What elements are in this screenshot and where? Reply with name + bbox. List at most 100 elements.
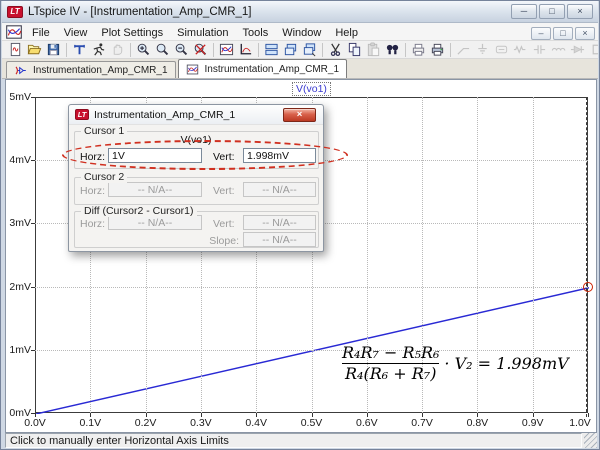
resize-grip[interactable]: [584, 433, 597, 448]
cut-icon[interactable]: [326, 41, 345, 58]
diff-slope-value: -- N/A--: [243, 232, 316, 247]
toolbar-separator: [322, 43, 323, 57]
x-tick-label: 0.7V: [406, 417, 438, 429]
cursor2-horz-value: -- N/A--: [108, 182, 202, 197]
menu-bar: FileViewPlot SettingsSimulationToolsWind…: [2, 23, 598, 41]
menu-item-window[interactable]: Window: [275, 26, 328, 40]
diff-slope-label: Slope:: [201, 235, 239, 247]
cursor2-horz-label: Horz:: [80, 185, 105, 197]
new-schematic-icon[interactable]: [6, 41, 25, 58]
toolbar-separator: [213, 43, 214, 57]
save-icon[interactable]: [44, 41, 63, 58]
x-tick-label: 0.3V: [185, 417, 217, 429]
x-tick-label: 0.2V: [130, 417, 162, 429]
menu-item-simulation[interactable]: Simulation: [170, 26, 235, 40]
run-icon[interactable]: [89, 41, 108, 58]
x-tick-label: 0.0V: [19, 417, 51, 429]
maximize-button[interactable]: □: [539, 4, 565, 19]
formula-fraction: R₄R₇ − R₅R₆ R₄(R₆ + R₇): [342, 344, 439, 384]
y-axis-tick: [31, 97, 35, 98]
mdi-window-controls: –□×: [529, 23, 595, 41]
cursor-dialog[interactable]: LT Instrumentation_Amp_CMR_1 × Cursor 1 …: [68, 104, 324, 252]
label-net-icon: [492, 41, 511, 58]
annotation-ellipse: [62, 140, 348, 170]
minimize-button[interactable]: ─: [511, 4, 537, 19]
status-message: Click to manually enter Horizontal Axis …: [5, 433, 582, 448]
diff-horz-label: Horz:: [80, 218, 105, 230]
formula-numerator: R₄R₇ − R₅R₆: [342, 344, 439, 362]
mdi-restore-button[interactable]: □: [553, 27, 573, 40]
menu-item-tools[interactable]: Tools: [236, 26, 276, 40]
cursor1-vertical-line: [586, 97, 587, 417]
diff-legend: Diff (Cursor2 - Cursor1): [81, 205, 197, 217]
ltspice-window: LT LTspice IV - [Instrumentation_Amp_CMR…: [0, 0, 600, 450]
halt-icon: [108, 41, 127, 58]
app-logo-icon: LT: [7, 6, 23, 18]
waveform-document-icon: [5, 24, 23, 39]
toolbar-separator: [405, 43, 406, 57]
schematic-tab-icon: [14, 64, 29, 77]
toolbar-separator: [450, 43, 451, 57]
close-button[interactable]: ×: [567, 4, 593, 19]
print-icon[interactable]: [428, 41, 447, 58]
title-bar[interactable]: LT LTspice IV - [Instrumentation_Amp_CMR…: [2, 1, 598, 23]
waveform-tab-icon: [186, 63, 201, 76]
toolbar-separator: [130, 43, 131, 57]
x-tick-label: 0.1V: [74, 417, 106, 429]
formula-result: · V₂ = 1.998mV: [444, 354, 568, 373]
resistor-icon: [511, 41, 530, 58]
open-file-icon[interactable]: [25, 41, 44, 58]
menu-item-file[interactable]: File: [25, 26, 57, 40]
control-panel-icon[interactable]: [70, 41, 89, 58]
menu-item-plot-settings[interactable]: Plot Settings: [94, 26, 170, 40]
cursor2-legend: Cursor 2: [81, 171, 127, 183]
menu-item-view[interactable]: View: [57, 26, 95, 40]
window-title: LTspice IV - [Instrumentation_Amp_CMR_1]: [28, 6, 506, 18]
zoom-full-icon[interactable]: [191, 41, 210, 58]
tab-bar: Instrumentation_Amp_CMR_1 Instrumentatio…: [2, 59, 598, 79]
wire-icon: [454, 41, 473, 58]
paste-icon: [364, 41, 383, 58]
trace-label[interactable]: V(vo1): [292, 82, 331, 96]
page-setup-icon[interactable]: [409, 41, 428, 58]
x-tick-label: 0.4V: [240, 417, 272, 429]
toolbar: [2, 41, 598, 59]
menu-item-help[interactable]: Help: [328, 26, 365, 40]
y-tick-label: 1mV: [6, 344, 31, 356]
zoom-out-icon[interactable]: [172, 41, 191, 58]
status-bar: Click to manually enter Horizontal Axis …: [5, 433, 597, 448]
zoom-in-icon[interactable]: [134, 41, 153, 58]
find-icon[interactable]: [383, 41, 402, 58]
diff-vert-value: -- N/A--: [243, 215, 316, 230]
tab-label: Instrumentation_Amp_CMR_1: [205, 64, 340, 75]
tile-vertical-windows-icon[interactable]: [300, 41, 319, 58]
formula-denominator: R₄(R₆ + R₇): [345, 365, 436, 383]
tab-waveform[interactable]: Instrumentation_Amp_CMR_1: [178, 59, 348, 78]
capacitor-icon: [530, 41, 549, 58]
y-tick-label: 4mV: [6, 154, 31, 166]
x-tick-label: 0.6V: [351, 417, 383, 429]
dialog-logo-icon: LT: [75, 109, 89, 120]
copy-icon[interactable]: [345, 41, 364, 58]
x-tick-label: 0.5V: [296, 417, 328, 429]
zoom-area-icon[interactable]: [153, 41, 172, 58]
cursor1-marker[interactable]: [583, 282, 593, 292]
dialog-close-button[interactable]: ×: [283, 108, 316, 122]
mdi-minimize-button[interactable]: –: [531, 27, 551, 40]
y-tick-label: 2mV: [6, 281, 31, 293]
toolbar-separator: [66, 43, 67, 57]
waveform-pane-icon[interactable]: [217, 41, 236, 58]
cascade-windows-icon[interactable]: [281, 41, 300, 58]
y-tick-label: 5mV: [6, 91, 31, 103]
tab-schematic[interactable]: Instrumentation_Amp_CMR_1: [6, 61, 176, 78]
diff-horz-value: -- N/A--: [108, 215, 202, 230]
plot-settings-icon[interactable]: [236, 41, 255, 58]
waveform-pane: V(vo1) R₄R₇ − R₅R₆ R₄(R₆ + R₇) · V₂ = 1.…: [5, 79, 597, 433]
component-icon: [587, 41, 598, 58]
mdi-close-button[interactable]: ×: [575, 27, 595, 40]
tile-windows-icon[interactable]: [262, 41, 281, 58]
inductor-icon: [549, 41, 568, 58]
diode-icon: [568, 41, 587, 58]
cursor2-vert-value: -- N/A--: [243, 182, 316, 197]
cursor2-vert-label: Vert:: [213, 185, 235, 197]
